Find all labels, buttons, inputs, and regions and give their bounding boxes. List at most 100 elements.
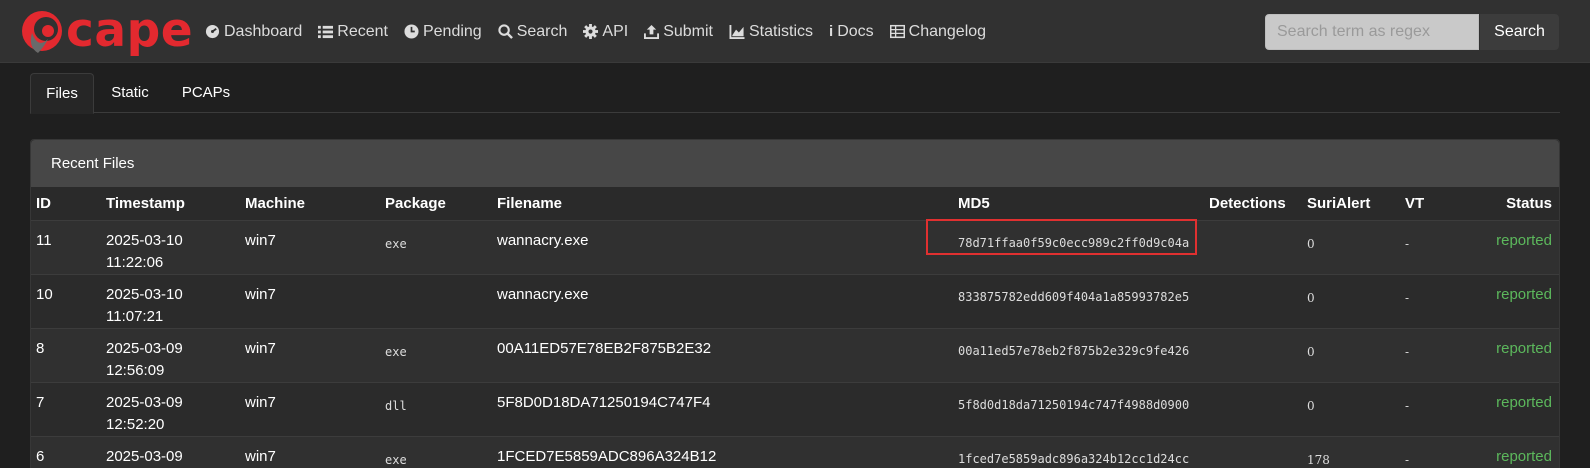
nav-statistics[interactable]: Statistics	[729, 23, 813, 41]
clock-icon	[404, 24, 419, 39]
table-header-row: ID Timestamp Machine Package Filename MD…	[31, 188, 1559, 221]
search-icon	[498, 24, 513, 39]
column-header-package[interactable]: Package	[380, 188, 492, 221]
cell-detections	[1204, 273, 1302, 328]
cell-detections	[1204, 381, 1302, 436]
main-nav: Dashboard Recent Pending Search API Subm…	[205, 0, 1002, 63]
cell-id[interactable]: 6	[31, 435, 101, 468]
cell-machine: win7	[240, 327, 380, 382]
tab-pcaps[interactable]: PCAPs	[173, 73, 239, 113]
search-input[interactable]	[1265, 14, 1479, 50]
cell-id[interactable]: 11	[31, 219, 101, 274]
panel-title: Recent Files	[51, 155, 135, 172]
cell-surialert: 178	[1302, 435, 1400, 468]
cell-machine: win7	[240, 273, 380, 328]
cell-md5[interactable]: 833875782edd609f404a1a85993782e5	[953, 273, 1204, 328]
cell-id[interactable]: 7	[31, 381, 101, 436]
brand-name: cape	[66, 3, 194, 58]
tab-static[interactable]: Static	[102, 73, 158, 113]
nav-dashboard-label: Dashboard	[224, 22, 303, 40]
nav-api[interactable]: API	[583, 23, 628, 41]
cell-package: exe	[380, 435, 492, 468]
cell-md5[interactable]: 1fced7e5859adc896a324b12cc1d24cc	[953, 435, 1204, 468]
cell-package	[380, 273, 492, 328]
recent-files-panel: Recent Files ID Timestamp Machine Packag…	[30, 139, 1560, 468]
nav-pending-label: Pending	[422, 22, 482, 40]
cell-filename[interactable]: 5F8D0D18DA71250194C747F4	[492, 381, 953, 436]
column-header-vt[interactable]: VT	[1400, 188, 1468, 221]
cell-status[interactable]: reported	[1468, 219, 1559, 274]
cell-status[interactable]: reported	[1468, 381, 1559, 436]
timestamp-date: 2025-03-09	[106, 393, 183, 411]
column-header-machine[interactable]: Machine	[240, 188, 380, 221]
column-header-id[interactable]: ID	[31, 188, 101, 221]
cell-surialert: 0	[1302, 381, 1400, 436]
table-row[interactable]: 7 2025-03-09 12:52:20 win7 dll 5F8D0D18DA…	[31, 381, 1559, 436]
nav-pending[interactable]: Pending	[404, 23, 482, 41]
cell-md5[interactable]: 78d71ffaa0f59c0ecc989c2ff0d9c04a	[953, 219, 1204, 274]
nav-search[interactable]: Search	[498, 22, 568, 41]
nav-changelog-label: Changelog	[908, 22, 987, 40]
cell-detections	[1204, 327, 1302, 382]
tab-files[interactable]: Files	[30, 73, 94, 114]
recent-files-table: ID Timestamp Machine Package Filename MD…	[31, 188, 1559, 468]
cell-status[interactable]: reported	[1468, 435, 1559, 468]
cell-id[interactable]: 8	[31, 327, 101, 382]
panel-heading: Recent Files	[31, 140, 1559, 187]
cell-surialert: 0	[1302, 273, 1400, 328]
cell-timestamp: 2025-03-10 11:07:21	[101, 273, 240, 328]
column-header-surialert[interactable]: SuriAlert	[1302, 188, 1400, 221]
nav-submit-label: Submit	[663, 22, 713, 40]
timestamp-date: 2025-03-09	[106, 339, 183, 357]
cell-filename[interactable]: 1FCED7E5859ADC896A324B12	[492, 435, 953, 468]
upload-icon	[644, 24, 660, 39]
cell-filename[interactable]: wannacry.exe	[492, 219, 953, 274]
nav-docs[interactable]: i Docs	[829, 23, 874, 41]
column-header-filename[interactable]: Filename	[492, 188, 953, 221]
timestamp-date: 2025-03-09	[106, 447, 183, 465]
table-row[interactable]: 8 2025-03-09 12:56:09 win7 exe 00A11ED57E…	[31, 327, 1559, 382]
column-header-md5[interactable]: MD5	[953, 188, 1204, 221]
table-icon	[889, 24, 905, 39]
cell-vt: -	[1400, 273, 1468, 328]
timestamp-date: 2025-03-10	[106, 231, 183, 249]
cell-status[interactable]: reported	[1468, 273, 1559, 328]
cell-id[interactable]: 10	[31, 273, 101, 328]
timestamp-date: 2025-03-10	[106, 285, 183, 303]
cell-md5[interactable]: 5f8d0d18da71250194c747f4988d0900	[953, 381, 1204, 436]
info-icon: i	[829, 23, 834, 40]
column-header-timestamp[interactable]: Timestamp	[101, 188, 240, 221]
nav-api-label: API	[602, 22, 629, 40]
cell-filename[interactable]: wannacry.exe	[492, 273, 953, 328]
top-navbar: cape Dashboard Recent Pending Search API…	[0, 0, 1590, 63]
nav-recent[interactable]: Recent	[318, 23, 388, 41]
table-row[interactable]: 10 2025-03-10 11:07:21 win7 wannacry.exe …	[31, 273, 1559, 328]
nav-dashboard[interactable]: Dashboard	[205, 23, 302, 41]
cell-package: exe	[380, 327, 492, 382]
brand-logo-link[interactable]: cape	[18, 4, 193, 58]
nav-changelog[interactable]: Changelog	[889, 22, 987, 41]
timestamp-time: 11:22:06	[106, 253, 164, 271]
nav-statistics-label: Statistics	[749, 22, 814, 40]
cell-machine: win7	[240, 219, 380, 274]
cell-surialert: 0	[1302, 219, 1400, 274]
table-row[interactable]: 11 2025-03-10 11:22:06 win7 exe wannacry.…	[31, 219, 1559, 274]
cell-filename[interactable]: 00A11ED57E78EB2F875B2E32	[492, 327, 953, 382]
table-row[interactable]: 6 2025-03-09 win7 exe 1FCED7E5859ADC896A…	[31, 435, 1559, 468]
cell-detections	[1204, 219, 1302, 274]
cell-vt: -	[1400, 381, 1468, 436]
timestamp-time: 12:56:09	[106, 361, 165, 379]
column-header-status[interactable]: Status	[1468, 188, 1559, 221]
cell-timestamp: 2025-03-09 12:52:20	[101, 381, 240, 436]
cell-vt: -	[1400, 219, 1468, 274]
cell-surialert: 0	[1302, 327, 1400, 382]
nav-search-label: Search	[516, 22, 568, 40]
nav-submit[interactable]: Submit	[644, 23, 713, 41]
cell-status[interactable]: reported	[1468, 327, 1559, 382]
search-button[interactable]: Search	[1480, 14, 1559, 50]
chart-icon	[729, 24, 745, 39]
nav-docs-label: Docs	[837, 22, 874, 40]
cell-package: dll	[380, 381, 492, 436]
column-header-detections[interactable]: Detections	[1204, 188, 1302, 221]
cell-md5[interactable]: 00a11ed57e78eb2f875b2e329c9fe426	[953, 327, 1204, 382]
